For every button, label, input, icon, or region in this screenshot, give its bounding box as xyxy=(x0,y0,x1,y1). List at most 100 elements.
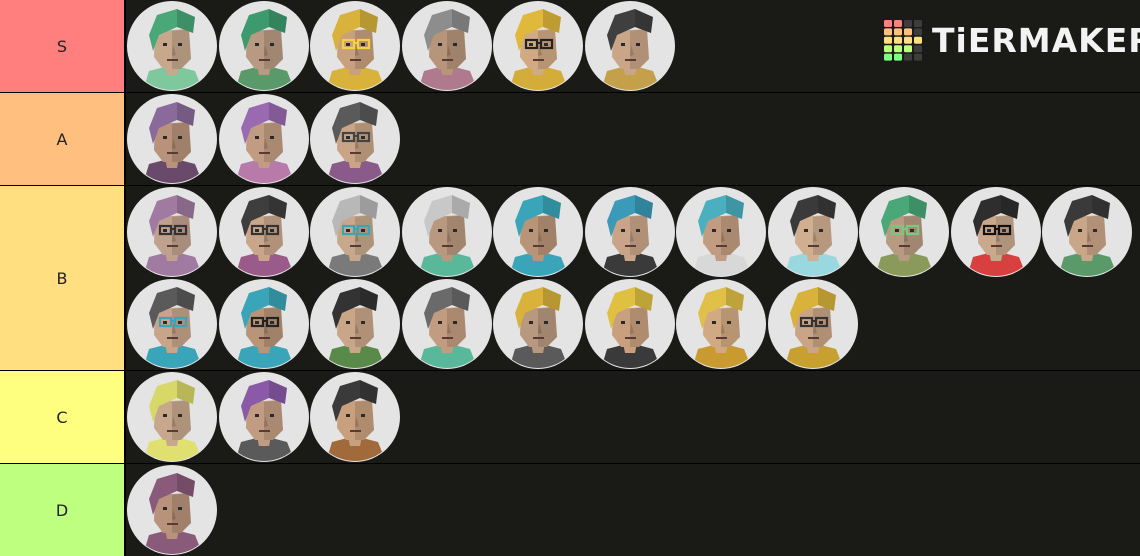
tier-row: A xyxy=(0,93,1140,185)
character-avatar[interactable] xyxy=(584,187,675,277)
logo-grid-cell xyxy=(914,36,922,44)
tier-items-dropzone[interactable] xyxy=(126,93,1140,185)
logo-grid-cell xyxy=(884,45,892,53)
tier-row: C xyxy=(0,371,1140,463)
logo-grid-cell xyxy=(914,28,922,36)
character-avatar[interactable] xyxy=(676,278,766,369)
tier-label[interactable]: S xyxy=(0,0,124,92)
character-avatar[interactable] xyxy=(310,372,400,462)
character-avatar[interactable] xyxy=(493,1,583,91)
tier-label[interactable]: C xyxy=(0,371,124,463)
character-portrait-icon xyxy=(127,278,217,369)
character-portrait-icon xyxy=(310,1,400,91)
character-avatar[interactable] xyxy=(493,278,583,369)
character-avatar[interactable] xyxy=(310,1,400,91)
character-avatar[interactable] xyxy=(310,94,400,184)
tier-label[interactable]: D xyxy=(0,464,124,556)
character-portrait-icon xyxy=(584,1,675,91)
tier-list: S A B C D TiERMAKER xyxy=(0,0,1140,556)
logo-grid-cell xyxy=(904,20,912,27)
character-avatar[interactable] xyxy=(127,372,217,462)
tiermaker-grid-icon xyxy=(884,20,922,61)
logo-grid-cell xyxy=(884,36,892,44)
tier-row: D xyxy=(0,464,1140,556)
character-portrait-icon xyxy=(127,94,217,184)
character-avatar[interactable] xyxy=(218,94,309,184)
character-portrait-icon xyxy=(310,372,400,462)
character-portrait-icon xyxy=(310,94,400,184)
character-avatar[interactable] xyxy=(767,187,858,277)
character-portrait-icon xyxy=(218,187,309,277)
character-portrait-icon xyxy=(767,187,858,277)
character-portrait-icon xyxy=(584,187,675,277)
character-portrait-icon xyxy=(584,278,675,369)
character-portrait-icon xyxy=(950,187,1041,277)
tiermaker-logo[interactable]: TiERMAKER xyxy=(884,20,1140,62)
character-avatar[interactable] xyxy=(859,187,949,277)
logo-grid-cell xyxy=(894,20,902,27)
character-portrait-icon xyxy=(401,187,492,277)
character-portrait-icon xyxy=(218,278,309,369)
character-avatar[interactable] xyxy=(950,187,1041,277)
logo-grid-cell xyxy=(914,45,922,53)
logo-grid-cell xyxy=(904,53,912,61)
tier-label[interactable]: A xyxy=(0,93,124,185)
logo-grid-cell xyxy=(904,45,912,53)
character-portrait-icon xyxy=(676,278,766,369)
character-portrait-icon xyxy=(127,187,217,277)
character-portrait-icon xyxy=(493,278,583,369)
character-avatar[interactable] xyxy=(310,187,400,277)
character-portrait-icon xyxy=(767,278,858,369)
character-portrait-icon xyxy=(127,465,217,555)
character-portrait-icon xyxy=(127,1,217,91)
character-portrait-icon xyxy=(676,187,766,277)
logo-grid-cell xyxy=(904,36,912,44)
character-avatar[interactable] xyxy=(401,1,492,91)
character-portrait-icon xyxy=(859,187,949,277)
logo-grid-cell xyxy=(884,28,892,36)
character-portrait-icon xyxy=(493,1,583,91)
character-portrait-icon xyxy=(401,278,492,369)
logo-grid-cell xyxy=(894,36,902,44)
character-portrait-icon xyxy=(218,94,309,184)
character-portrait-icon xyxy=(218,1,309,91)
character-avatar[interactable] xyxy=(401,278,492,369)
logo-grid-cell xyxy=(914,20,922,27)
character-avatar[interactable] xyxy=(127,1,217,91)
character-avatar[interactable] xyxy=(127,278,217,369)
character-avatar[interactable] xyxy=(584,278,675,369)
logo-grid-cell xyxy=(884,53,892,61)
character-portrait-icon xyxy=(493,187,583,277)
character-avatar[interactable] xyxy=(218,187,309,277)
logo-grid-cell xyxy=(884,20,892,27)
character-avatar[interactable] xyxy=(218,372,309,462)
character-avatar[interactable] xyxy=(127,187,217,277)
character-avatar[interactable] xyxy=(1042,187,1132,277)
character-avatar[interactable] xyxy=(218,1,309,91)
tier-label[interactable]: B xyxy=(0,186,124,370)
character-avatar[interactable] xyxy=(127,465,217,555)
character-portrait-icon xyxy=(218,372,309,462)
logo-text: TiERMAKER xyxy=(932,21,1140,60)
character-avatar[interactable] xyxy=(127,94,217,184)
tier-items-dropzone[interactable] xyxy=(126,186,1140,370)
logo-grid-cell xyxy=(904,28,912,36)
character-portrait-icon xyxy=(310,187,400,277)
logo-grid-cell xyxy=(914,53,922,61)
character-avatar[interactable] xyxy=(218,278,309,369)
character-avatar[interactable] xyxy=(493,187,583,277)
logo-grid-cell xyxy=(894,45,902,53)
character-portrait-icon xyxy=(1042,187,1132,277)
character-avatar[interactable] xyxy=(584,1,675,91)
character-portrait-icon xyxy=(310,278,400,369)
character-avatar[interactable] xyxy=(676,187,766,277)
character-avatar[interactable] xyxy=(310,278,400,369)
tier-items-dropzone[interactable] xyxy=(126,464,1140,556)
tier-items-dropzone[interactable] xyxy=(126,371,1140,463)
logo-grid-cell xyxy=(894,28,902,36)
character-avatar[interactable] xyxy=(767,278,858,369)
character-portrait-icon xyxy=(401,1,492,91)
character-portrait-icon xyxy=(127,372,217,462)
logo-grid-cell xyxy=(894,53,902,61)
character-avatar[interactable] xyxy=(401,187,492,277)
